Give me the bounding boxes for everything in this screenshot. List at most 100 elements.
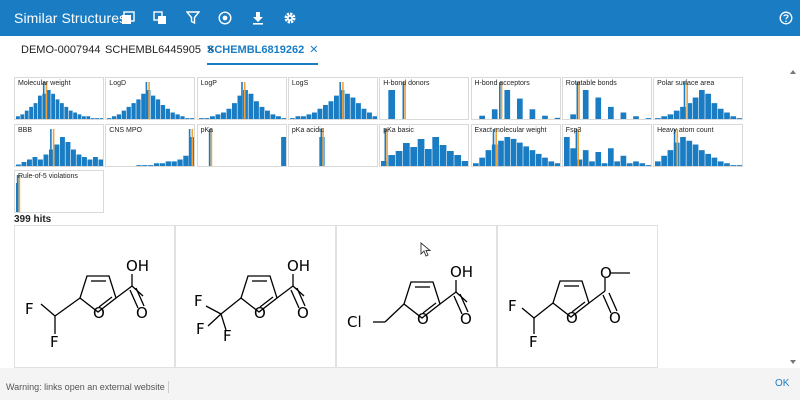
tab-schembl6445905[interactable]: SCHEMBL6445905 ✕: [105, 36, 215, 65]
histogram-tile[interactable]: Polar surface area: [653, 77, 744, 120]
histogram-bar: [317, 108, 323, 119]
histogram-bar: [344, 93, 350, 119]
histogram-tile[interactable]: CNS MPO: [105, 123, 196, 167]
histogram-tile[interactable]: pKa acidic: [287, 123, 378, 167]
scroll-up-icon[interactable]: [790, 70, 796, 74]
tab-schembl6819262[interactable]: SCHEMBL6819262 ✕: [207, 36, 319, 65]
histogram-bar: [516, 142, 523, 166]
histogram-bar: [306, 114, 312, 119]
histogram-bar: [171, 161, 178, 166]
histogram-bar: [32, 156, 38, 166]
scrollbar[interactable]: [788, 66, 798, 366]
histogram-bar: [126, 106, 132, 119]
query-marker: [341, 82, 344, 119]
histogram-bar: [156, 99, 161, 119]
histogram-tile[interactable]: LogD: [105, 77, 196, 120]
help-icon[interactable]: [779, 11, 793, 25]
histogram-label: pKa basic: [383, 126, 414, 134]
histogram-bar: [655, 161, 661, 166]
histogram-bar: [112, 116, 117, 119]
histogram-bar: [38, 95, 42, 119]
hits-count: 399 hits: [14, 214, 52, 225]
histogram-tile[interactable]: Heavy atom count: [653, 123, 744, 167]
scroll-down-icon[interactable]: [790, 360, 796, 364]
ok-button[interactable]: OK: [775, 378, 789, 389]
close-icon[interactable]: ✕: [309, 44, 318, 56]
histogram-bar: [724, 112, 730, 119]
histogram-bar: [54, 144, 60, 166]
svg-text:O: O: [460, 310, 472, 328]
histogram-bar: [148, 164, 154, 166]
histogram-tile[interactable]: Rotatable bonds: [561, 77, 652, 120]
histogram-bar: [231, 103, 237, 119]
gear-icon[interactable]: [283, 11, 297, 25]
histogram-bar: [136, 164, 142, 166]
histogram-bar: [655, 118, 661, 119]
histogram-tile[interactable]: H-bond donors: [379, 77, 470, 120]
histogram-label: pKa acidic: [291, 126, 325, 134]
divider: [168, 381, 169, 393]
tab-label: DEMO-0007944: [21, 44, 101, 56]
histogram-bar: [328, 101, 334, 119]
molecule-drawing: OH O O F F: [25, 257, 149, 351]
histogram-bar: [183, 155, 189, 166]
histogram-bar: [529, 109, 535, 119]
histogram-bar: [595, 151, 601, 166]
histogram-bar: [77, 114, 82, 119]
histogram-bar: [27, 159, 32, 166]
histogram-bar: [300, 116, 306, 119]
histogram-label: Molecular weight: [18, 80, 71, 87]
histogram-bar: [64, 106, 69, 119]
histogram-tile[interactable]: pKa basic: [379, 123, 470, 167]
histogram-label: pKa: [200, 126, 214, 134]
histogram-bar: [541, 115, 548, 119]
histogram-bar: [736, 118, 743, 119]
histogram-bar: [705, 93, 712, 119]
histogram-tile[interactable]: Fsp3: [561, 123, 652, 167]
histogram-bar: [439, 144, 447, 166]
histogram-bar: [614, 161, 620, 166]
query-marker: [148, 82, 151, 119]
query-marker: [243, 82, 246, 119]
histogram-tile[interactable]: pKa: [196, 123, 287, 167]
histogram-tile[interactable]: H-bond acceptors: [470, 77, 561, 120]
query-marker: [578, 82, 580, 119]
histogram-bar: [51, 93, 55, 119]
structure-card[interactable]: OH O O Cl: [336, 225, 497, 368]
copy-icon[interactable]: [153, 11, 167, 25]
structure-card[interactable]: OH O O F F: [14, 225, 175, 368]
histogram-bar: [82, 156, 87, 166]
structure-card[interactable]: O O O F F: [497, 225, 658, 368]
histogram-bar: [117, 114, 122, 119]
histogram-bar: [595, 97, 601, 119]
tab-bar: DEMO-0007944 SCHEMBL6445905 ✕ SCHEMBL6819…: [0, 36, 800, 65]
histogram-tile[interactable]: LogS: [287, 77, 378, 120]
histogram-tile[interactable]: LogP: [196, 77, 287, 120]
download-icon[interactable]: [251, 11, 265, 25]
hydroxyl-label: OH: [126, 257, 149, 275]
histogram-label: H-bond donors: [383, 80, 430, 87]
histogram-bar: [554, 117, 560, 119]
histogram-tile[interactable]: Exact molecular weight: [470, 123, 561, 167]
histogram-bar: [29, 106, 33, 119]
histogram-bar: [98, 159, 103, 166]
query-marker: [576, 82, 578, 119]
palette-icon[interactable]: [218, 11, 232, 25]
query-marker: [208, 128, 210, 166]
structure-card[interactable]: OH O O F F F: [175, 225, 336, 368]
histogram-bar: [432, 136, 440, 166]
gallery-icon[interactable]: [121, 11, 135, 25]
histogram-bar: [160, 162, 166, 166]
histogram-tile[interactable]: Rule-of-5 violations: [14, 170, 104, 214]
substituent-label: F: [223, 327, 232, 345]
hydroxyl-label: OH: [287, 257, 310, 275]
histogram-bar: [563, 136, 570, 166]
histogram-bar: [730, 164, 737, 166]
filter-icon[interactable]: [186, 11, 200, 25]
histogram-bar: [582, 90, 589, 119]
histogram-tile[interactable]: BBB: [14, 123, 104, 167]
query-marker: [386, 128, 389, 166]
histogram-tile[interactable]: Molecular weight: [14, 77, 104, 120]
tab-demo-0007944[interactable]: DEMO-0007944: [21, 36, 101, 65]
histogram-bar: [322, 105, 328, 119]
